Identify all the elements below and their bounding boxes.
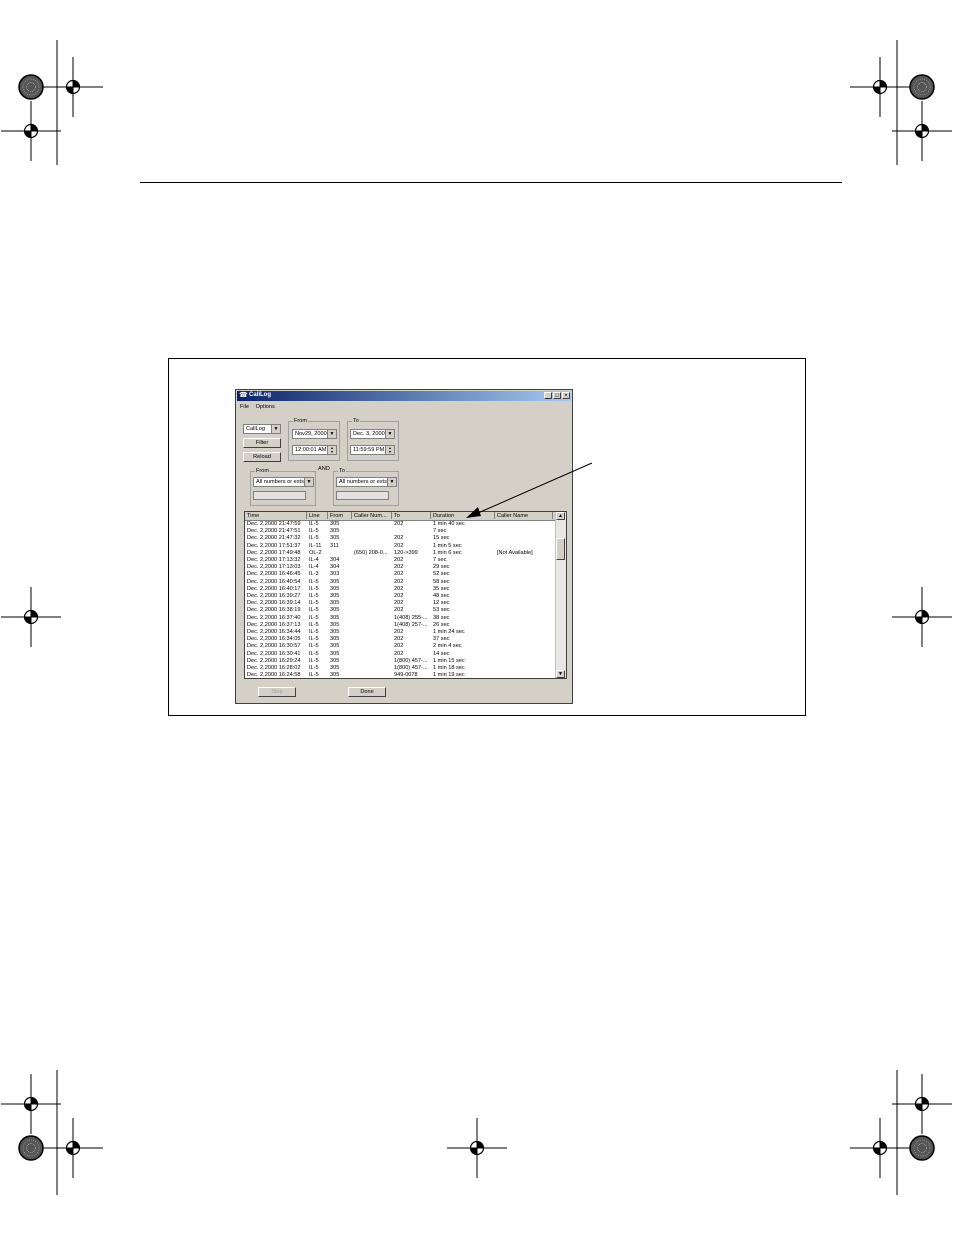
callout-arrow: [466, 462, 593, 518]
